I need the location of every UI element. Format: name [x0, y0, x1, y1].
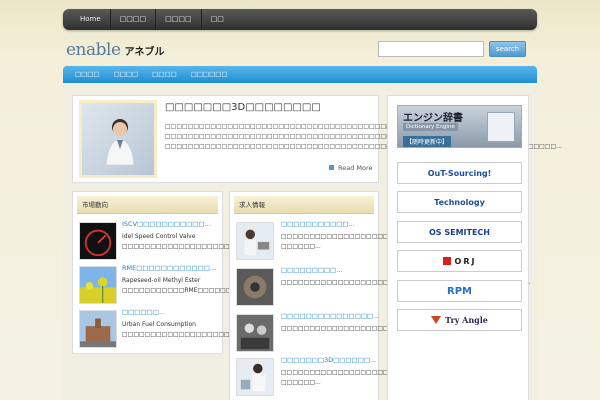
list-item: RME□□□□□□□□□□□□... Rapeseed-oil Methyl E…	[77, 264, 249, 308]
search-button[interactable]: search	[489, 41, 526, 57]
dict-title: エンジン辞書	[403, 113, 463, 124]
item-title[interactable]: □□□□□□□□□...	[281, 266, 342, 274]
outsourcing-banner[interactable]: OuT-Sourcing!	[397, 162, 522, 184]
dict-note: 【随時更新中】	[403, 136, 452, 147]
item-text: □□□□□□□□□□□□□□□□□□□□□□□□□□□□□□□□□□□□□□□□…	[281, 324, 513, 334]
nav-item-4[interactable]: □□	[202, 9, 233, 30]
list-item: □□□□□□□□□□□... □□□□□□□□□□□□□□□□□□□□□□□□□…	[234, 220, 469, 264]
sidebar: エンジン辞書 Dictionary Engine 【随時更新中】 OuT-Sou…	[387, 95, 529, 400]
item-title[interactable]: □□□□□□...	[122, 308, 165, 316]
site-logo[interactable]: enable アネブル	[66, 40, 165, 60]
technology-banner[interactable]: Technology	[397, 191, 522, 213]
list-item: □□□□□□□3D□□□□□□... □□□□□□□□□□□□□□□□□□□□□…	[234, 356, 446, 400]
nav-item-3[interactable]: □□□□	[156, 9, 202, 30]
market-trends-header: 市場動向	[77, 196, 218, 214]
feature-thumbnail[interactable]	[79, 100, 157, 178]
item-text: Rapeseed-oil Methyl Ester □□□□□□□□□□□RME…	[122, 277, 249, 294]
banner-label: OuT-Sourcing!	[427, 168, 492, 178]
subnav-item-3[interactable]: □□□□	[145, 66, 184, 83]
feature-body: □□□□□□□□□□□□□□□□□□□□□□□□□□□□□□□□□□□□□□□□…	[165, 123, 562, 150]
banner-label: OS SEMITECH	[429, 227, 490, 237]
item-title[interactable]: RME□□□□□□□□□□□□...	[122, 264, 216, 272]
rapeseed-image[interactable]	[79, 266, 117, 304]
designer-image[interactable]	[236, 358, 274, 396]
banner-label: ORJ	[454, 256, 477, 266]
rpm-banner[interactable]: RPM	[397, 280, 522, 302]
speedometer-image[interactable]	[79, 222, 117, 260]
list-item: □□□□□□□□□□□□□□□... □□□□□□□□□□□□□□□□□□□□□…	[234, 312, 513, 356]
item-text: □□□□□□□□□□□□□□□□□□□□□□□□□□□□□ □□□□□□...	[281, 369, 446, 386]
job-listings-box: 求人情報 □□□□□□□□□□□... □□□□□□□□□□□□□□□□□□□□…	[229, 191, 531, 400]
read-more-label: Read More	[338, 164, 373, 172]
feature-article: □□□□□□□3D□□□□□□□□ □□□□□□□□□□□□□□□□□□□□□□…	[72, 95, 562, 183]
market-trends-box: 市場動向 ISCV□□□□□□□□□□□... Idel Speed Contr…	[72, 191, 264, 354]
nav-home[interactable]: Home	[71, 9, 111, 30]
item-text: □□□□□□□□□□□□□□□□□□□□□□□□□□□□□□□□□□□□□□□□…	[281, 278, 531, 288]
search-input[interactable]	[378, 41, 484, 57]
orj-logo-icon	[442, 257, 451, 265]
person-image	[105, 119, 135, 165]
list-item: □□□□□□□□□... □□□□□□□□□□□□□□□□□□□□□□□□□□□…	[234, 266, 531, 310]
nav-item-2[interactable]: □□□□	[111, 9, 157, 30]
os-semitech-banner[interactable]: OS SEMITECH	[397, 221, 522, 243]
try-angle-banner[interactable]: Try Angle	[397, 309, 522, 331]
dict-subtitle: Dictionary Engine	[403, 123, 458, 131]
subnav-item-2[interactable]: □□□□	[107, 66, 146, 83]
banner-label: Try Angle	[445, 315, 488, 325]
book-icon	[487, 112, 515, 142]
triangle-logo-icon	[431, 316, 442, 324]
item-text: Idel Speed Control Valve □□□□□□□□□□□□□□□…	[122, 233, 247, 250]
banner-label: Technology	[434, 197, 485, 207]
orj-banner[interactable]: ORJ	[397, 250, 522, 272]
subnav-item-1[interactable]: □□□□	[68, 66, 107, 83]
item-title[interactable]: ISCV□□□□□□□□□□□...	[122, 220, 211, 228]
feature-title[interactable]: □□□□□□□3D□□□□□□□□	[165, 102, 321, 113]
top-nav: Home □□□□ □□□□ □□	[63, 9, 537, 30]
banner-label: RPM	[447, 285, 472, 297]
item-text: Urban Fuel Consumption □□□□□□□□□□□□□□□□□…	[122, 321, 264, 338]
item-text: □□□□□□□□□□□□□□□□□□□□□□□□□□□□□□□□□ □□□□□□…	[281, 233, 469, 250]
arrow-icon	[329, 165, 334, 170]
item-title[interactable]: □□□□□□□□□□□□□□□...	[281, 312, 379, 320]
sub-nav: □□□□ □□□□ □□□□ □□□□□□	[63, 66, 537, 83]
dictionary-engine-banner[interactable]: エンジン辞書 Dictionary Engine 【随時更新中】	[397, 105, 522, 148]
list-item: ISCV□□□□□□□□□□□... Idel Speed Control Va…	[77, 220, 247, 264]
item-title[interactable]: □□□□□□□□□□□...	[281, 220, 355, 228]
machinery-image[interactable]	[236, 268, 274, 306]
logo-text-en: enable	[66, 40, 121, 60]
city-image[interactable]	[79, 310, 117, 348]
subnav-item-4[interactable]: □□□□□□	[184, 66, 235, 83]
engineers-image[interactable]	[236, 314, 274, 352]
list-item: □□□□□□... Urban Fuel Consumption □□□□□□□…	[77, 308, 264, 352]
office-workers-image[interactable]	[236, 222, 274, 260]
job-listings-header: 求人情報	[234, 196, 374, 214]
logo-text-jp: アネブル	[124, 46, 165, 58]
read-more-link[interactable]: Read More	[329, 164, 373, 172]
item-title[interactable]: □□□□□□□3D□□□□□□...	[281, 356, 376, 364]
